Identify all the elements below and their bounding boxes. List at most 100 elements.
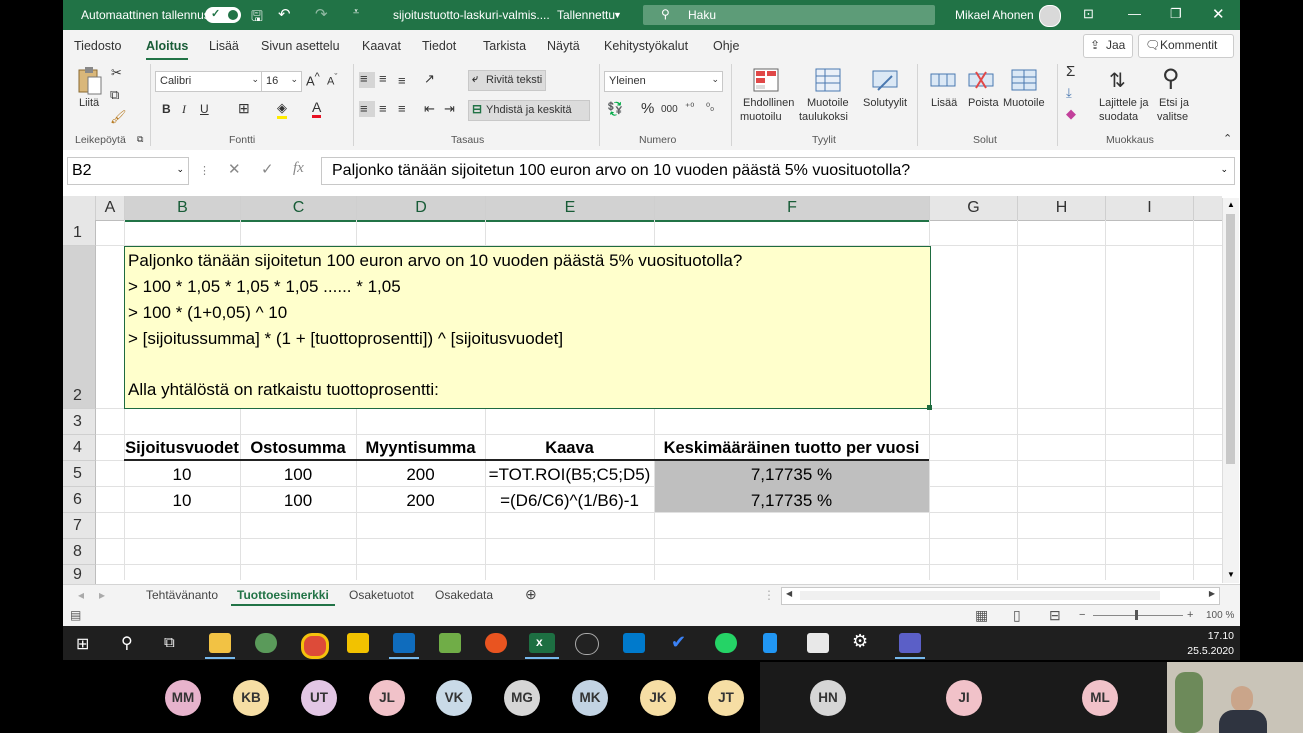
vertical-scrollbar[interactable]: ▲ ▼ <box>1222 198 1239 583</box>
column-header-c[interactable]: C <box>241 196 357 222</box>
find-select-label-2[interactable]: valitse <box>1157 111 1188 123</box>
participant-avatar[interactable]: JL <box>369 680 405 716</box>
page-layout-view-icon[interactable]: ▯ <box>1013 607 1021 624</box>
horizontal-scrollbar[interactable]: ◀ ▶ <box>781 587 1220 605</box>
merge-center-button[interactable]: Yhdistä ja keskitä ⊟ <box>468 100 590 121</box>
scroll-thumb[interactable] <box>1226 214 1235 464</box>
align-middle-icon[interactable]: ≡ <box>379 71 387 86</box>
spreadsheet-grid[interactable]: A B C D E F G H I 1 2 3 4 5 6 7 8 9 Palj… <box>63 194 1240 585</box>
ubuntu-icon[interactable] <box>485 633 507 653</box>
table-cell[interactable]: 10 <box>124 491 240 511</box>
bold-button[interactable]: B <box>162 102 171 116</box>
minimize-icon[interactable]: — <box>1128 6 1141 21</box>
zoom-level[interactable]: 100 % <box>1206 610 1234 621</box>
restore-icon[interactable]: ❐ <box>1170 6 1182 22</box>
formula-input[interactable]: Paljonko tänään sijoitetun 100 euron arv… <box>321 157 1235 185</box>
search-box[interactable]: ⚲ Haku <box>643 5 935 25</box>
format-as-table-icon[interactable] <box>815 68 841 92</box>
increase-font-icon[interactable]: A^ <box>306 71 320 88</box>
macro-record-icon[interactable]: ▤ <box>70 608 81 622</box>
increase-indent-icon[interactable]: ⇥ <box>444 101 455 117</box>
tab-formulas[interactable]: Kaavat <box>362 39 401 53</box>
underline-button[interactable]: U <box>200 102 209 116</box>
column-header-d[interactable]: D <box>357 196 486 222</box>
sheet-tab-osaketuotot[interactable]: Osaketuotot <box>349 588 414 602</box>
network-app-icon[interactable] <box>255 633 277 653</box>
column-header-f[interactable]: F <box>655 196 930 222</box>
comma-style-button[interactable]: 000 <box>661 104 678 115</box>
outlook-icon[interactable] <box>389 633 419 659</box>
file-explorer-icon[interactable] <box>205 633 235 659</box>
format-as-table-label-1[interactable]: Muotoile <box>807 97 849 109</box>
delete-cells-label[interactable]: Poista <box>968 97 999 109</box>
phone-app-icon[interactable] <box>763 633 777 653</box>
participant-avatar[interactable]: MG <box>504 680 540 716</box>
row-header-6[interactable]: 6 <box>63 487 96 513</box>
redo-icon[interactable]: ↷ <box>315 5 328 23</box>
clear-icon[interactable]: ◆ <box>1066 106 1076 122</box>
font-name-select[interactable]: Calibri ⌄ <box>155 71 263 92</box>
select-all-corner[interactable] <box>63 196 96 221</box>
header-myyntisumma[interactable]: Myyntisumma <box>356 439 485 458</box>
row-header-9[interactable]: 9 <box>63 565 96 585</box>
sheet-tab-tehtavananto[interactable]: Tehtävänanto <box>146 588 218 602</box>
sort-filter-label-1[interactable]: Lajittele ja <box>1099 97 1149 109</box>
italic-button[interactable]: I <box>182 102 186 117</box>
insert-cells-label[interactable]: Lisää <box>931 97 957 109</box>
format-painter-icon[interactable]: 🖌 <box>110 109 127 125</box>
autosum-icon[interactable]: Σ <box>1066 63 1075 80</box>
dialog-launcher-icon[interactable]: ⧉ <box>137 134 143 145</box>
fill-icon[interactable]: ⤓ <box>1066 85 1072 101</box>
decrease-font-icon[interactable]: Aˇ <box>327 72 337 88</box>
conditional-formatting-label-2[interactable]: muotoilu <box>740 111 782 123</box>
zoom-slider-thumb[interactable] <box>1135 610 1138 620</box>
tab-help[interactable]: Ohje <box>713 39 739 53</box>
tab-file[interactable]: Tiedosto <box>74 39 121 53</box>
zoom-out-icon[interactable]: − <box>1079 609 1085 621</box>
save-icon[interactable]: 🖫 <box>251 6 263 30</box>
collapse-ribbon-icon[interactable]: ⌃ <box>1223 132 1232 145</box>
prev-sheet-icon[interactable]: ◂ <box>78 588 84 602</box>
tab-home[interactable]: Aloitus <box>146 39 189 61</box>
header-kaava[interactable]: Kaava <box>485 439 654 458</box>
column-header-e[interactable]: E <box>486 196 655 222</box>
table-cell[interactable]: 7,17735 % <box>654 491 929 511</box>
participant-avatar[interactable]: MK <box>572 680 608 716</box>
zoom-slider[interactable] <box>1093 615 1183 616</box>
tab-developer[interactable]: Kehitystyökalut <box>604 39 688 53</box>
row-header-7[interactable]: 7 <box>63 513 96 539</box>
windows-start-icon[interactable]: ⊞ <box>76 634 89 654</box>
scroll-up-icon[interactable]: ▲ <box>1227 200 1235 209</box>
header-ostosumma[interactable]: Ostosumma <box>240 439 356 458</box>
task-view-icon[interactable]: ⧉ <box>164 634 175 651</box>
sheet-tab-tuottoesimerkki[interactable]: Tuottoesimerkki <box>231 588 335 606</box>
participant-avatar[interactable]: VK <box>436 680 472 716</box>
column-header-h[interactable]: H <box>1018 196 1106 221</box>
row-header-4[interactable]: 4 <box>63 435 96 461</box>
user-name[interactable]: Mikael Ahonen <box>955 8 1034 22</box>
table-cell[interactable]: 200 <box>356 465 485 485</box>
power-bi-icon[interactable] <box>347 633 369 653</box>
gear-icon[interactable]: ⚙ <box>852 631 868 652</box>
tab-data[interactable]: Tiedot <box>422 39 456 53</box>
excel-taskbar-icon[interactable]: x <box>525 633 559 659</box>
conditional-formatting-label-1[interactable]: Ehdollinen <box>743 97 794 109</box>
normal-view-icon[interactable]: ▦ <box>975 607 988 624</box>
cut-icon[interactable]: ✂ <box>111 65 122 81</box>
column-header-g[interactable]: G <box>930 196 1018 221</box>
decrease-decimal-icon[interactable]: ⁰₀ <box>706 102 714 113</box>
whatsapp-icon[interactable] <box>715 633 737 653</box>
table-cell[interactable]: 200 <box>356 491 485 511</box>
cell-styles-icon[interactable] <box>872 68 898 92</box>
paste-label[interactable]: Liitä <box>79 97 99 109</box>
self-view-video[interactable] <box>1167 662 1303 733</box>
sort-filter-icon[interactable]: ⇅ <box>1109 68 1126 93</box>
align-bottom-icon[interactable]: ≡ <box>398 73 406 88</box>
participant-avatar[interactable]: JT <box>708 680 744 716</box>
next-sheet-icon[interactable]: ▸ <box>99 588 105 602</box>
format-cells-icon[interactable] <box>1011 68 1037 92</box>
find-select-icon[interactable]: ⚲ <box>1162 64 1180 93</box>
user-avatar[interactable] <box>1039 5 1061 27</box>
wrap-text-button[interactable]: Rivitä teksti ⤶ <box>468 70 546 91</box>
close-icon[interactable]: ✕ <box>1212 5 1225 23</box>
